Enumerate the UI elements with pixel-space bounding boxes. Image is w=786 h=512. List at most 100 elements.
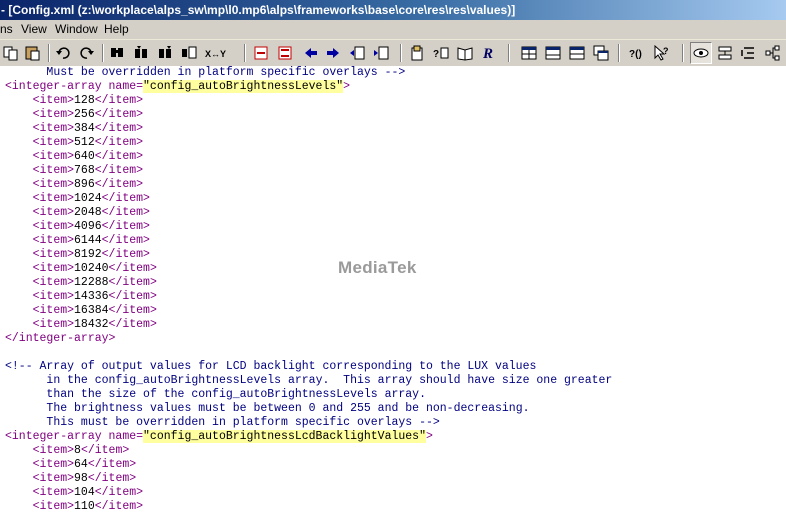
item-open-tag: <item> [32,178,75,191]
script-r-icon[interactable]: R [478,42,500,64]
find-next-icon[interactable] [130,42,152,64]
indent-icon[interactable] [370,42,392,64]
item-close-tag: </item> [101,248,150,261]
swap-xy-icon[interactable]: X↔Y [202,42,228,64]
item-open-tag: <item> [32,276,75,289]
item-open-tag: <item> [32,108,75,121]
paste-icon[interactable] [22,42,44,64]
hierarchy-icon[interactable] [762,42,784,64]
item-open-tag: <item> [32,136,75,149]
menu-help[interactable]: Help [102,20,131,39]
redo-icon[interactable] [76,42,98,64]
find-prev-icon[interactable] [154,42,176,64]
watermark: MediaTek [338,258,417,277]
item-open-tag: <item> [32,290,75,303]
item-open-tag: <item> [32,122,75,135]
item-close-tag: </item> [87,458,137,471]
item-open-tag: <item> [32,472,75,485]
item-close-tag: </item> [108,262,157,275]
item-open-tag: <item> [32,192,75,205]
format-icon[interactable]: ? [430,42,452,64]
outline-icon[interactable] [738,42,760,64]
code-line: The brightness values must be between 0 … [5,402,529,416]
code-line: <item>1024</item> [5,192,150,206]
item-close-tag: </item> [94,486,144,499]
item-value: 512 [74,136,95,149]
item-close-tag: </item> [94,178,144,191]
arrow-left-icon[interactable] [300,42,322,64]
code-editor[interactable]: Must be overridden in platform specific … [0,66,786,512]
code-line: <item>18432</item> [5,318,157,332]
help-context-icon[interactable]: ?() [626,42,648,64]
item-close-tag: </item> [94,108,144,121]
svg-text:?(): ?() [629,49,642,60]
window-split-h-icon[interactable] [542,42,564,64]
item-value: 8 [74,444,81,457]
code-line: <integer-array name="config_autoBrightne… [5,430,433,444]
array-open-tag: <integer-array name= [5,430,144,443]
menu-tools[interactable]: ns [0,20,15,39]
item-close-tag: </item> [94,500,144,512]
bookmark-clear-icon[interactable] [274,42,296,64]
array-open-tag-end: > [343,80,351,93]
code-line: <item>2048</item> [5,206,150,220]
item-open-tag: <item> [32,150,75,163]
open-file-icon[interactable] [406,42,428,64]
undo-icon[interactable] [52,42,74,64]
item-value: 896 [74,178,95,191]
eye-icon[interactable] [690,42,712,64]
code-line: <item>64</item> [5,458,137,472]
item-open-tag: <item> [32,164,75,177]
menu-window[interactable]: Window [53,20,100,39]
code-line: <item>14336</item> [5,290,157,304]
help-pointer-icon[interactable]: ? [650,42,672,64]
code-line: <item>256</item> [5,108,143,122]
menu-bar: ns View Window Help [0,20,786,40]
code-line: <item>8192</item> [5,248,150,262]
window-split-v-icon[interactable] [566,42,588,64]
bookmark-toggle-icon[interactable] [250,42,272,64]
tree-view-icon[interactable] [714,42,736,64]
item-open-tag: <item> [32,206,75,219]
book-icon[interactable] [454,42,476,64]
item-value: 1024 [74,192,102,205]
item-value: 110 [74,500,95,512]
code-line: This must be overridden in platform spec… [5,416,439,430]
code-line: </integer-array> [5,332,115,346]
code-line: <item>10240</item> [5,262,157,276]
item-value: 8192 [74,248,102,261]
item-value: 6144 [74,234,102,247]
item-open-tag: <item> [32,500,75,512]
item-open-tag: <item> [32,486,75,499]
code-line: <item>6144</item> [5,234,150,248]
code-line: <!-- Array of output values for LCD back… [5,360,536,374]
item-open-tag: <item> [32,304,75,317]
window-cascade-icon[interactable] [590,42,612,64]
arrow-right-icon[interactable] [322,42,344,64]
copy-icon[interactable] [0,42,22,64]
window-tile-icon[interactable] [518,42,540,64]
replace-icon[interactable] [178,42,200,64]
svg-text:R: R [482,46,493,61]
item-value: 4096 [74,220,102,233]
item-value: 384 [74,122,95,135]
outdent-icon[interactable] [346,42,368,64]
menu-view[interactable]: View [19,20,49,39]
find-icon[interactable] [106,42,128,64]
code-line: <item>12288</item> [5,276,157,290]
item-close-tag: </item> [94,122,144,135]
item-close-tag: </item> [108,304,157,317]
